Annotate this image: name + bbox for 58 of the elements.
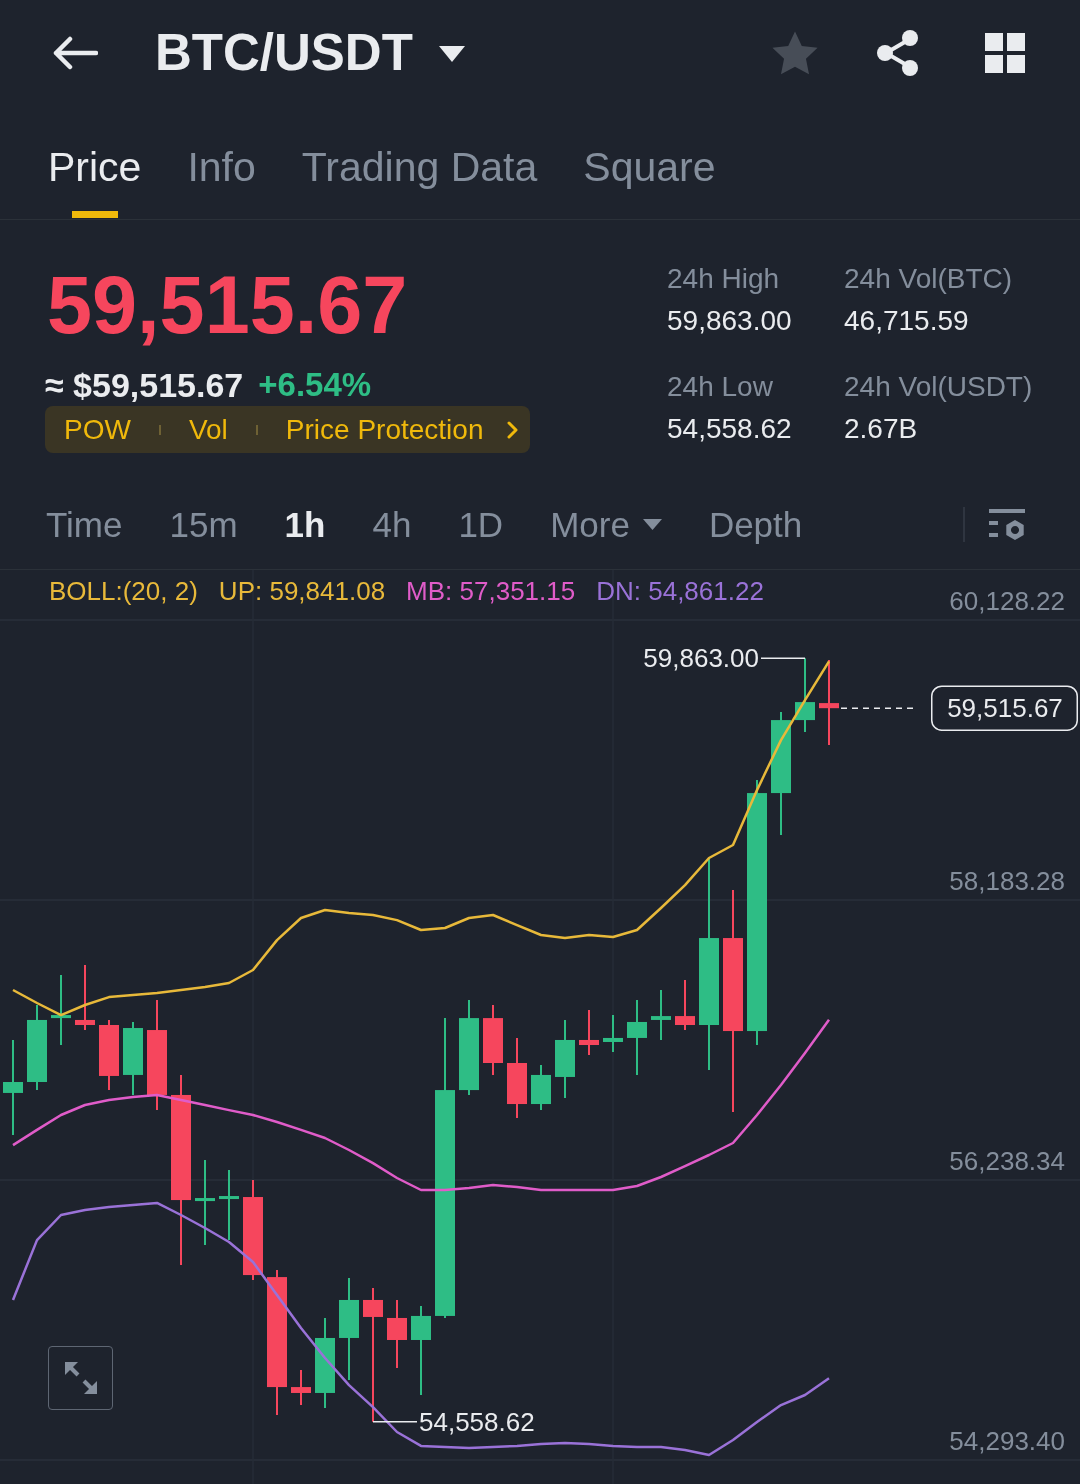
tab[interactable]: Trading Data: [301, 105, 538, 219]
tab[interactable]: Info: [187, 105, 256, 219]
axis-label: 58,183.28: [949, 866, 1065, 896]
indicator-value: MB: 57,351.15: [406, 575, 576, 607]
tag-link[interactable]: Vol: [188, 412, 228, 447]
leader-line: [372, 1421, 418, 1423]
caret-icon[interactable]: [438, 45, 465, 62]
last-price: 59,515.67: [47, 260, 408, 350]
candlestick: [531, 1064, 551, 1112]
candlestick: [75, 963, 95, 1032]
stat-label: 24h Vol(USDT): [844, 370, 1033, 404]
low-price-label: 54,558.62: [419, 1406, 535, 1437]
back-arrow-icon[interactable]: [52, 35, 98, 70]
grid-icon[interactable]: [985, 32, 1025, 73]
candlestick: [291, 1369, 311, 1407]
fiat-price: ≈ $59,515.67: [45, 365, 244, 405]
expand-button[interactable]: [48, 1346, 113, 1410]
candlestick: [675, 979, 695, 1032]
settings-icon[interactable]: [989, 508, 1025, 541]
interval-tab[interactable]: More: [550, 502, 662, 547]
share-icon[interactable]: [876, 29, 920, 76]
interval-tab[interactable]: 1D: [458, 502, 504, 547]
high-price-label: 59,863.00: [643, 643, 759, 674]
stat-value: 46,715.59: [844, 304, 969, 338]
tab[interactable]: Square: [583, 105, 716, 219]
pair-title[interactable]: BTC/USDT: [155, 22, 413, 83]
last-price-tag: 59,515.67: [931, 685, 1078, 731]
candlestick: [51, 974, 71, 1046]
candlestick: [483, 1004, 503, 1076]
price-change: +6.54%: [258, 365, 372, 405]
candlestick: [651, 989, 671, 1041]
star-icon[interactable]: [772, 30, 818, 75]
interval-tab[interactable]: 1h: [284, 502, 326, 547]
expand-icon: [62, 1360, 99, 1396]
indicator-value: BOLL:(20, 2): [49, 575, 198, 607]
tab[interactable]: Price: [48, 105, 142, 219]
leader-line: [760, 657, 806, 659]
interval-tab[interactable]: 4h: [372, 502, 412, 547]
interval-tab[interactable]: Depth: [708, 502, 803, 547]
indicator-value: DN: 54,861.22: [596, 575, 764, 607]
interval-tab[interactable]: 15m: [169, 502, 238, 547]
stat-value: 2.67B: [844, 412, 918, 446]
axis-label: 56,238.34: [949, 1146, 1065, 1176]
interval-tab[interactable]: Time: [46, 502, 123, 547]
axis-label: 54,293.40: [949, 1426, 1065, 1456]
indicator-value: UP: 59,841.08: [218, 575, 386, 607]
stat-value: 54,558.62: [667, 412, 792, 446]
stat-label: 24h High: [667, 262, 780, 296]
stat-label: 24h Vol(BTC): [844, 262, 1013, 296]
stat-value: 59,863.00: [667, 304, 792, 338]
axis-label: 60,128.22: [949, 586, 1065, 616]
tag-link[interactable]: POW: [64, 412, 131, 447]
candlestick: [603, 1014, 623, 1054]
candlestick: [579, 1009, 599, 1057]
stat-label: 24h Low: [667, 370, 773, 404]
candlestick: [387, 1298, 407, 1370]
tag-link[interactable]: Price Protection: [285, 412, 484, 447]
chevron-icon[interactable]: [507, 420, 519, 439]
